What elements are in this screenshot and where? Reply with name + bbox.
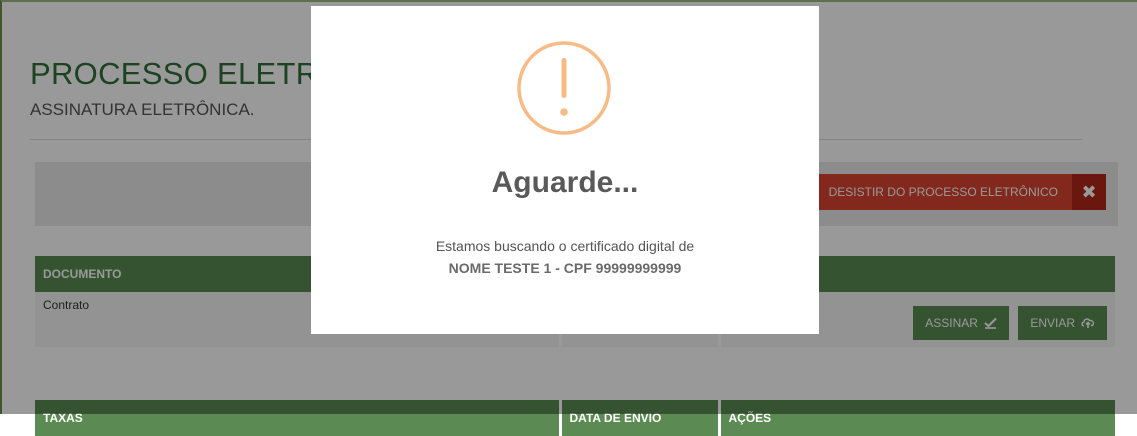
loading-dialog: Aguarde... Estamos buscando o certificad… (311, 6, 819, 334)
warning-icon (517, 41, 611, 135)
dialog-title: Aguarde... (491, 166, 639, 199)
dialog-message-text: Estamos buscando o certificado digital d… (435, 238, 695, 254)
certificate-holder: NOME TESTE 1 - CPF 99999999999 (448, 260, 682, 276)
dialog-message: Estamos buscando o certificado digital d… (311, 235, 819, 279)
